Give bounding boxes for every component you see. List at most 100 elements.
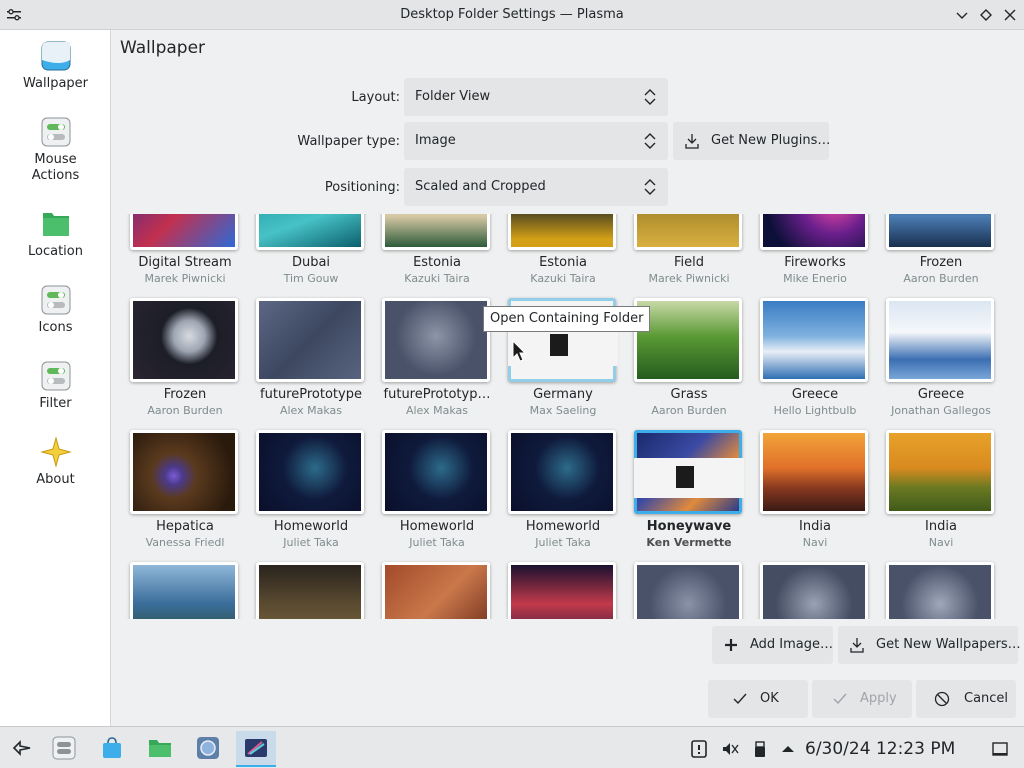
download-icon <box>850 638 864 653</box>
wallpaper-thumbnail <box>886 562 994 619</box>
wallpaper-tile[interactable]: India Navi <box>752 430 878 560</box>
wallpaper-grid[interactable]: Digital Stream Marek Piwnicki Dubai Tim … <box>122 214 1002 619</box>
wallpaper-name: Estonia <box>539 255 587 270</box>
wallpaper-name: Frozen <box>163 387 207 402</box>
wallpaper-name: Grass <box>670 387 708 402</box>
cancel-button[interactable]: Cancel <box>916 680 1016 718</box>
sidebar-item-wallpaper[interactable]: Wallpaper <box>0 40 111 92</box>
wallpaper-tile[interactable]: Frozen Aaron Burden <box>878 214 1002 296</box>
wallpaper-author: Max Saeling <box>529 404 597 417</box>
wallpaper-author: Marek Piwnicki <box>144 272 226 285</box>
globe-icon <box>197 737 219 759</box>
volume-muted-icon[interactable] <box>721 740 739 758</box>
wallpaper-author: Ken Vermette <box>646 536 732 549</box>
positioning-combo[interactable]: Scaled and Cropped <box>404 168 668 206</box>
sidebar-item-icons[interactable]: Icons <box>0 284 111 336</box>
taskbar-file-manager[interactable] <box>140 731 180 767</box>
wallpaper-author: Juliet Taka <box>283 536 339 549</box>
wallpaper-thumbnail <box>760 562 868 619</box>
wallpaper-thumbnail <box>382 214 490 250</box>
application-launcher[interactable] <box>2 731 42 767</box>
wallpaper-tile[interactable]: Estonia Kazuki Taira <box>374 214 500 296</box>
wallpaper-name: Greece <box>791 387 839 402</box>
taskbar-system-settings[interactable] <box>44 731 84 767</box>
wallpaper-thumbnail <box>130 298 238 382</box>
taskbar-discover[interactable] <box>92 731 132 767</box>
wallpaper-thumbnail <box>508 562 616 619</box>
get-new-plugins-button[interactable]: Get New Plugins… <box>673 122 831 160</box>
taskbar-browser[interactable] <box>188 731 228 767</box>
layout-combo[interactable]: Folder View <box>404 78 668 116</box>
wallpaper-tile[interactable] <box>248 562 374 619</box>
wallpaper-tile[interactable] <box>122 562 248 619</box>
ok-button[interactable]: OK <box>708 680 808 718</box>
notifications-icon[interactable] <box>690 740 708 758</box>
sidebar-item-label: Filter <box>39 396 72 411</box>
taskbar: 6/30/24 12:23 PM <box>0 726 1024 768</box>
wallpaper-tile[interactable]: Greece Jonathan Gallegos <box>878 298 1002 428</box>
clock[interactable]: 6/30/24 12:23 PM <box>805 739 955 759</box>
wallpaper-name: Homeworld <box>399 519 475 534</box>
wallpaper-tile[interactable] <box>500 562 626 619</box>
sidebar-item-location[interactable]: Location <box>0 208 111 260</box>
apply-label: Apply <box>860 691 897 706</box>
wallpaper-tile[interactable] <box>374 562 500 619</box>
wallpaper-thumbnail <box>508 214 616 250</box>
show-desktop-icon[interactable] <box>991 740 1009 758</box>
usb-device-icon[interactable] <box>751 740 769 758</box>
wallpaper-tile[interactable]: Digital Stream Marek Piwnicki <box>122 214 248 296</box>
sidebar-item-filter[interactable]: Filter <box>0 360 111 412</box>
apply-button[interactable]: Apply <box>812 680 912 718</box>
wallpaper-tile[interactable] <box>878 562 1002 619</box>
wallpaper-tile[interactable] <box>626 562 752 619</box>
wallpaper-tile[interactable]: Estonia Kazuki Taira <box>500 214 626 296</box>
tray-expand-icon[interactable] <box>779 740 797 758</box>
wallpaper-tile[interactable]: Dubai Tim Gouw <box>248 214 374 296</box>
wallpaper-author: Juliet Taka <box>535 536 591 549</box>
close-icon[interactable] <box>1001 6 1019 24</box>
thumbnail-overlay <box>634 458 744 498</box>
get-new-wallpapers-button[interactable]: Get New Wallpapers… <box>838 626 1021 664</box>
wallpaper-author: Alex Makas <box>279 404 343 417</box>
taskbar-desktop-settings[interactable] <box>236 731 276 767</box>
wallpaper-author: Navi <box>928 536 954 549</box>
star-icon <box>39 436 72 468</box>
wallpaper-tile[interactable]: Greece Hello Lightbulb <box>752 298 878 428</box>
sidebar-item-label: Wallpaper <box>22 76 89 91</box>
wallpaper-thumbnail <box>886 430 994 514</box>
wallpaper-name: Dubai <box>291 255 331 270</box>
wallpaper-tile[interactable]: Homeworld Juliet Taka <box>248 430 374 560</box>
wallpaper-author: Hello Lightbulb <box>773 404 857 417</box>
wallpaper-tile[interactable]: Homeworld Juliet Taka <box>374 430 500 560</box>
maximize-icon[interactable] <box>977 6 995 24</box>
wallpaper-tile[interactable]: India Navi <box>878 430 1002 560</box>
add-image-button[interactable]: Add Image… <box>712 626 833 664</box>
main-panel: Wallpaper Layout: Folder View Wallpaper … <box>112 30 1024 726</box>
app-launcher-icon <box>12 740 31 756</box>
wallpaper-name: Homeworld <box>525 519 601 534</box>
wallpaper-tile[interactable]: Field Marek Piwnicki <box>626 214 752 296</box>
sidebar-item-mouse-actions[interactable]: Mouse Actions <box>0 116 111 184</box>
minimize-icon[interactable] <box>953 6 971 24</box>
wallpaper-thumbnail <box>130 562 238 619</box>
sidebar: Wallpaper Mouse Actions Location Icons F… <box>0 30 111 726</box>
wallpaper-author: Alex Makas <box>405 404 469 417</box>
get-new-plugins-label: Get New Plugins… <box>711 133 831 148</box>
wallpaper-tile[interactable]: Hepatica Vanessa Friedl <box>122 430 248 560</box>
wallpaper-type-label: Wallpaper type: <box>297 134 400 149</box>
wallpaper-type-combo[interactable]: Image <box>404 122 668 160</box>
wallpaper-tile-selected[interactable]: Honeywave Ken Vermette <box>626 430 752 560</box>
wallpaper-tile[interactable]: Fireworks Mike Enerio <box>752 214 878 296</box>
wallpaper-tile[interactable]: futurePrototype Alex Makas <box>248 298 374 428</box>
wallpaper-thumbnail <box>130 214 238 250</box>
stop-icon <box>550 334 568 356</box>
wallpaper-tile[interactable]: Frozen Aaron Burden <box>122 298 248 428</box>
wallpaper-tile[interactable]: Homeworld Juliet Taka <box>500 430 626 560</box>
wallpaper-name: Homeworld <box>273 519 349 534</box>
wallpaper-tile[interactable]: futurePrototyp… Alex Makas <box>374 298 500 428</box>
wallpaper-author: Vanessa Friedl <box>145 536 225 549</box>
toggle-settings-icon <box>52 736 76 760</box>
wallpaper-tile[interactable] <box>752 562 878 619</box>
wallpaper-name: Germany <box>533 387 593 402</box>
sidebar-item-about[interactable]: About <box>0 436 111 488</box>
